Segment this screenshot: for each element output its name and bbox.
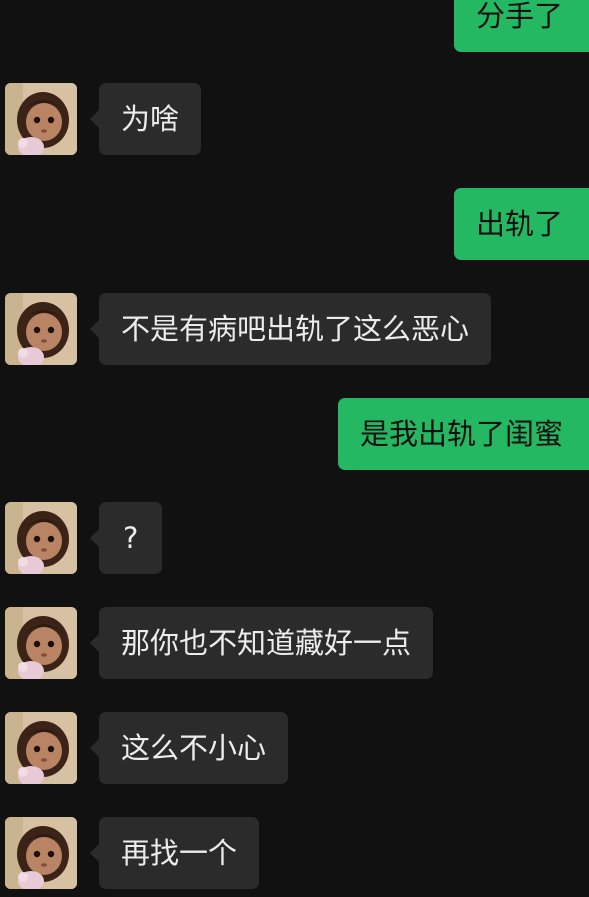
- message-row-incoming: 再找一个: [0, 817, 589, 897]
- message-text: ?: [123, 521, 139, 555]
- message-row-incoming: 为啥: [0, 83, 589, 163]
- girl-doll-avatar-icon: [5, 607, 77, 679]
- contact-avatar[interactable]: [5, 817, 77, 889]
- message-row-outgoing: 出轨了: [0, 188, 589, 268]
- girl-doll-avatar-icon: [5, 83, 77, 155]
- message-text: 这么不小心: [121, 731, 267, 765]
- contact-avatar[interactable]: [5, 712, 77, 784]
- message-text: 为啥: [121, 102, 180, 136]
- message-text: 出轨了: [475, 207, 563, 241]
- incoming-message-bubble[interactable]: 这么不小心: [89, 712, 289, 784]
- chat-conversation: 分手了 为啥 出轨了 不是有病吧出轨了这么恶心 是我出轨了闺蜜 ? 那你也不知道…: [0, 0, 589, 889]
- message-text: 是我出轨了闺蜜: [359, 417, 563, 451]
- outgoing-message-bubble[interactable]: 出轨了: [453, 188, 589, 260]
- incoming-message-bubble[interactable]: 为啥: [89, 83, 202, 155]
- contact-avatar[interactable]: [5, 83, 77, 155]
- girl-doll-avatar-icon: [5, 817, 77, 889]
- message-text: 再找一个: [121, 836, 238, 870]
- message-row-outgoing: 分手了: [0, 0, 589, 60]
- girl-doll-avatar-icon: [5, 293, 77, 365]
- message-row-incoming: 不是有病吧出轨了这么恶心: [0, 293, 589, 373]
- message-row-incoming: 这么不小心: [0, 712, 589, 792]
- contact-avatar[interactable]: [5, 293, 77, 365]
- contact-avatar[interactable]: [5, 607, 77, 679]
- outgoing-message-bubble[interactable]: 是我出轨了闺蜜: [337, 398, 589, 470]
- girl-doll-avatar-icon: [5, 502, 77, 574]
- girl-doll-avatar-icon: [5, 712, 77, 784]
- incoming-message-bubble[interactable]: 再找一个: [89, 817, 260, 889]
- message-text: 分手了: [475, 0, 563, 33]
- message-text: 那你也不知道藏好一点: [121, 626, 412, 660]
- message-text: 不是有病吧出轨了这么恶心: [121, 312, 470, 346]
- message-row-incoming: 那你也不知道藏好一点: [0, 607, 589, 687]
- message-row-incoming: ?: [0, 502, 589, 582]
- message-row-outgoing: 是我出轨了闺蜜: [0, 398, 589, 478]
- incoming-message-bubble[interactable]: 不是有病吧出轨了这么恶心: [89, 293, 492, 365]
- outgoing-message-bubble[interactable]: 分手了: [453, 0, 589, 52]
- incoming-message-bubble[interactable]: ?: [89, 502, 163, 574]
- contact-avatar[interactable]: [5, 502, 77, 574]
- incoming-message-bubble[interactable]: 那你也不知道藏好一点: [89, 607, 434, 679]
